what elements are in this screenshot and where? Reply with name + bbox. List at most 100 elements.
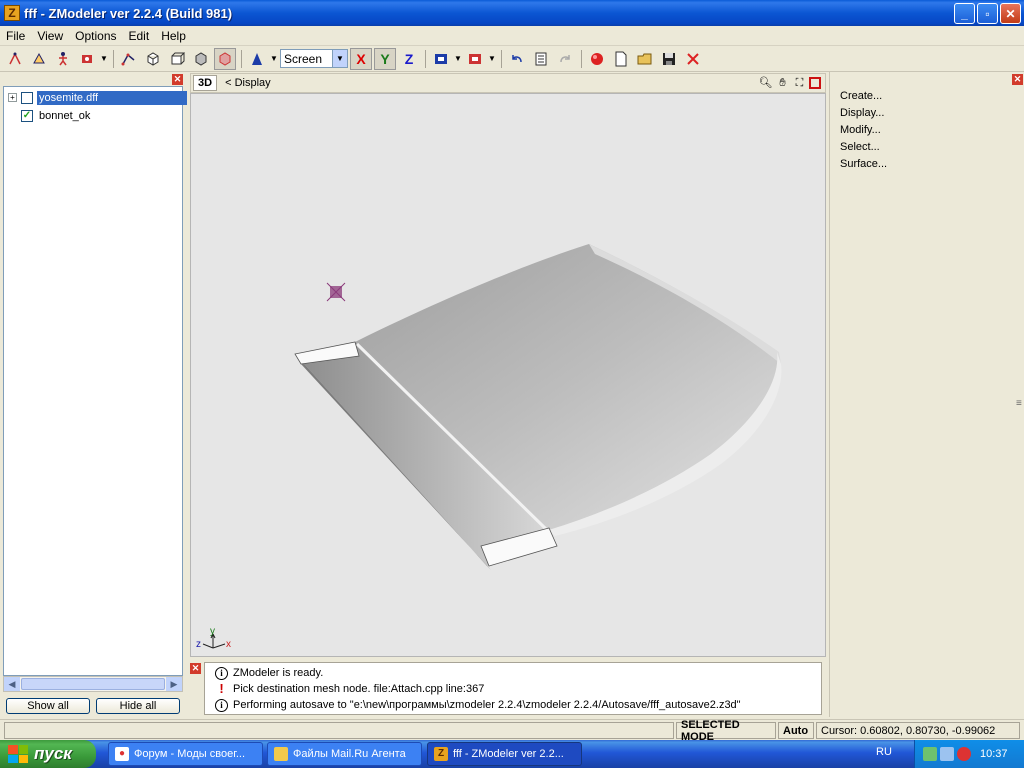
axis-gizmo: z y x — [196, 626, 231, 650]
chevron-down-icon[interactable]: ▼ — [488, 48, 496, 70]
show-all-button[interactable]: Show all — [6, 698, 90, 714]
zoom-extents-icon[interactable]: ⛶ — [792, 75, 807, 91]
main-toolbar: ▼ ▼ Screen ▼ X Y Z ▼ ▼ — [0, 46, 1024, 72]
viewport-display-menu[interactable]: < Display — [225, 77, 271, 89]
info-icon: i — [215, 666, 228, 680]
menu-help[interactable]: Help — [155, 29, 192, 43]
minimize-button[interactable]: _ — [954, 3, 975, 24]
select-person-icon[interactable] — [52, 48, 74, 70]
chevron-down-icon[interactable]: ▼ — [332, 50, 347, 67]
task-label: Файлы Mail.Ru Агента — [293, 748, 406, 760]
create-mesh-icon[interactable] — [118, 48, 140, 70]
new-file-icon[interactable] — [610, 48, 632, 70]
menu-options[interactable]: Options — [69, 29, 122, 43]
scene-tree: + yosemite.dff ✓ bonnet_ok — [3, 86, 187, 676]
log-panel: ✕ i ZModeler is ready. ! Pick destinatio… — [186, 660, 826, 716]
network-icon[interactable] — [940, 747, 954, 761]
zmodeler-app-icon[interactable]: Z — [4, 5, 20, 21]
log-output: i ZModeler is ready. ! Pick destination … — [204, 662, 822, 715]
box-icon[interactable] — [166, 48, 188, 70]
cube-icon[interactable] — [142, 48, 164, 70]
bonnet-mesh[interactable] — [294, 244, 782, 570]
taskbar-item-mailru[interactable]: Файлы Mail.Ru Агента — [267, 742, 422, 766]
menu-edit[interactable]: Edit — [123, 29, 156, 43]
start-button[interactable]: пуск — [0, 740, 96, 768]
tree-item-bonnet[interactable]: ✓ bonnet_ok — [21, 107, 92, 124]
3d-viewport[interactable]: z y x — [190, 93, 826, 657]
splitter-grip-icon[interactable]: ≡ — [1016, 398, 1022, 409]
surface-menu[interactable]: Surface... — [840, 158, 887, 170]
tree-item-label[interactable]: yosemite.dff — [37, 90, 187, 105]
menu-view[interactable]: View — [31, 29, 69, 43]
tree-item-yosemite[interactable]: + yosemite.dff — [4, 89, 187, 106]
visibility-checkbox[interactable]: ✓ — [21, 109, 33, 122]
axis-y-label: y — [210, 626, 215, 637]
close-button[interactable]: ✕ — [1000, 3, 1021, 24]
save-icon[interactable] — [658, 48, 680, 70]
taskbar-item-zmodeler[interactable]: Z fff - ZModeler ver 2.2... — [427, 742, 582, 766]
log-text: ZModeler is ready. — [233, 667, 324, 679]
coordinate-mode-select[interactable]: Screen ▼ — [280, 49, 348, 68]
select-menu[interactable]: Select... — [840, 141, 880, 153]
axis-z-button[interactable]: Z — [398, 48, 420, 70]
viewport-mode-button[interactable]: 3D — [193, 75, 218, 91]
display-menu[interactable]: Display... — [840, 107, 884, 119]
mail-agent-icon[interactable] — [923, 747, 937, 761]
display-label: Display — [234, 77, 271, 89]
menu-file[interactable]: File — [0, 29, 31, 43]
log-text: Performing autosave to "e:\new\программы… — [233, 699, 741, 711]
redo-icon[interactable] — [554, 48, 576, 70]
open-folder-icon[interactable] — [634, 48, 656, 70]
toolbar-separator — [422, 48, 428, 70]
log-text: Pick destination mesh node. file:Attach.… — [233, 683, 485, 695]
chevron-down-icon[interactable]: ▼ — [270, 48, 278, 70]
clock[interactable]: 10:37 — [980, 748, 1008, 760]
taskbar-item-forum[interactable]: ● Форум - Моды своег... — [108, 742, 263, 766]
antivirus-icon[interactable] — [957, 747, 971, 761]
close-icon[interactable]: ✕ — [1012, 74, 1023, 85]
maximize-button[interactable]: ▫ — [977, 3, 998, 24]
record-icon[interactable] — [586, 48, 608, 70]
folder-icon — [274, 747, 288, 761]
shaded-cube-icon[interactable] — [190, 48, 212, 70]
undo-list-icon[interactable] — [530, 48, 552, 70]
chevron-down-icon[interactable]: ▼ — [100, 48, 108, 70]
local-axes-icon[interactable] — [430, 48, 452, 70]
language-indicator[interactable]: RU — [876, 746, 892, 758]
close-icon[interactable]: ✕ — [172, 74, 183, 85]
visibility-checkbox[interactable] — [21, 91, 33, 104]
warning-icon: ! — [219, 680, 224, 696]
select-object-icon[interactable] — [76, 48, 98, 70]
axis-x-label: x — [226, 639, 231, 650]
tree-horizontal-scrollbar[interactable]: ◀ ▶ — [3, 676, 183, 692]
textured-cube-icon[interactable] — [214, 47, 236, 70]
pan-hand-icon[interactable]: ✋︎ — [775, 75, 790, 91]
tree-item-label[interactable]: bonnet_ok — [37, 109, 92, 123]
axis-y-button[interactable]: Y — [374, 47, 396, 70]
chevron-down-icon[interactable]: ▼ — [454, 48, 462, 70]
hide-all-button[interactable]: Hide all — [96, 698, 180, 714]
delete-icon[interactable] — [682, 48, 704, 70]
scroll-thumb[interactable] — [21, 678, 165, 690]
scroll-left-icon[interactable]: ◀ — [4, 677, 20, 691]
create-menu[interactable]: Create... — [840, 90, 882, 102]
modify-menu[interactable]: Modify... — [840, 124, 881, 136]
viewport-header: 3D < Display 🔍︎ ✋︎ ⛶ — [190, 73, 826, 93]
select-face-icon[interactable] — [28, 48, 50, 70]
undo-icon[interactable] — [506, 48, 528, 70]
scroll-right-icon[interactable]: ▶ — [166, 677, 182, 691]
pivot-marker[interactable] — [326, 282, 346, 302]
axis-x-button[interactable]: X — [350, 47, 372, 70]
viewport-canvas: z y x — [196, 244, 782, 650]
task-label: fff - ZModeler ver 2.2... — [453, 748, 564, 760]
close-icon[interactable]: ✕ — [190, 663, 201, 674]
selection-mode-status: SELECTED MODE — [676, 719, 776, 743]
system-tray: 10:37 — [914, 740, 1024, 768]
select-vertex-icon[interactable] — [4, 48, 26, 70]
snap-icon[interactable] — [464, 48, 486, 70]
zoom-icon[interactable]: 🔍︎ — [758, 75, 773, 91]
axis-z-label: z — [196, 639, 201, 650]
expand-icon[interactable]: + — [8, 93, 17, 102]
maximize-viewport-icon[interactable] — [809, 77, 821, 89]
pyramid-icon[interactable] — [246, 48, 268, 70]
